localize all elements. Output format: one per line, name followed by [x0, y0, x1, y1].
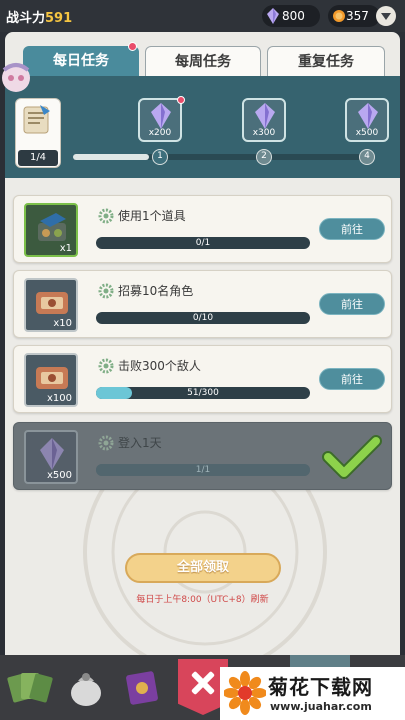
task-progress-bar: 1/1: [96, 464, 310, 476]
go-button[interactable]: 前往: [319, 368, 385, 390]
tab-daily-alert-dot: [128, 42, 137, 51]
crystal-icon: [255, 103, 275, 129]
task-panel: 每日任务 每周任务 重复任务 1/4 x200 x300 x500 1 2 4: [5, 32, 400, 655]
supply-crate-icon: [38, 213, 66, 241]
task-title: 使用1个道具: [118, 209, 186, 223]
nav-spellbook[interactable]: [118, 663, 170, 715]
task-title: 招募10名角色: [118, 284, 194, 298]
task-title: 击败300个敌人: [118, 359, 201, 373]
avatar[interactable]: [0, 60, 36, 96]
recruit-ticket-icon: [36, 292, 68, 314]
gear-icon: [98, 435, 114, 451]
reward-qty: x1: [59, 243, 72, 254]
progress-node: 1: [152, 149, 168, 165]
reward-qty: x10: [53, 318, 72, 329]
nav-bag[interactable]: [62, 663, 114, 715]
milestone-alert-dot: [177, 96, 185, 104]
milestone-reward-3[interactable]: x500: [345, 98, 389, 142]
reward-item[interactable]: x10: [24, 278, 78, 332]
claim-all-button[interactable]: 全部领取: [125, 553, 281, 583]
watermark-title: 菊花下载网: [268, 675, 373, 699]
task-title: 登入1天: [118, 436, 162, 450]
refresh-note: 每日于上午8:00（UTC+8）刷新: [136, 595, 269, 605]
activity-progress-header: [5, 76, 400, 178]
milestone-qty: x300: [252, 128, 276, 138]
spellbook-icon: [126, 671, 158, 705]
coin-counter[interactable]: 357: [328, 5, 380, 27]
watermark-url: www.juahar.com: [270, 700, 372, 713]
combat-power: 战斗力591: [6, 7, 72, 26]
tab-daily[interactable]: 每日任务: [23, 46, 139, 76]
site-watermark: 菊花下载网 www.juahar.com: [220, 667, 405, 720]
go-button[interactable]: 前往: [319, 293, 385, 315]
gear-icon: [98, 358, 114, 374]
combat-power-value: 591: [45, 11, 73, 26]
crystal-icon: [40, 438, 64, 470]
reward-item: x500: [24, 430, 78, 484]
task-progress-text: 1/1: [195, 465, 211, 475]
go-button[interactable]: 前往: [319, 218, 385, 240]
task-card-completed: x500 登入1天 1/1: [13, 422, 392, 490]
crystal-counter[interactable]: 800: [262, 5, 320, 27]
task-card: x10 招募10名角色 0/10 前往: [13, 270, 392, 338]
milestone-qty: x200: [148, 128, 172, 138]
top-bar: 战斗力591 800 357: [0, 0, 405, 32]
task-progress-text: 0/1: [195, 238, 211, 248]
progress-node: 4: [359, 149, 375, 165]
milestone-qty: x500: [355, 128, 379, 138]
tab-weekly[interactable]: 每周任务: [145, 46, 261, 76]
milestone-reward-2[interactable]: x300: [242, 98, 286, 142]
progress-node: 2: [256, 149, 272, 165]
task-card: x100 击败300个敌人 51/300 前往: [13, 345, 392, 413]
nav-cards[interactable]: [6, 663, 58, 715]
flower-logo-icon: [224, 671, 266, 715]
crystal-icon: [151, 103, 171, 129]
reward-qty: x100: [46, 393, 72, 404]
gear-icon: [98, 208, 114, 224]
task-progress-bar: 0/1: [96, 237, 310, 249]
recruit-ticket-icon: [36, 367, 68, 389]
crystal-icon: [358, 103, 378, 129]
crystal-icon: [267, 8, 279, 24]
reward-item[interactable]: x100: [24, 353, 78, 407]
scroll-icon: [23, 105, 50, 134]
coin-amount: 357: [346, 9, 369, 23]
task-progress-bar: 51/300: [96, 387, 310, 399]
tab-repeat[interactable]: 重复任务: [267, 46, 385, 76]
milestone-reward-1[interactable]: x200: [138, 98, 182, 142]
reward-item[interactable]: x1: [24, 203, 78, 257]
bag-icon: [71, 673, 101, 706]
cards-icon: [7, 673, 53, 703]
coin-icon: [333, 10, 345, 22]
chevron-down-icon[interactable]: [376, 6, 396, 26]
activity-track-fill: [73, 154, 149, 160]
checkmark-icon: [322, 435, 382, 479]
reward-qty: x500: [46, 470, 72, 481]
gear-icon: [98, 283, 114, 299]
task-progress-bar: 0/10: [96, 312, 310, 324]
task-progress-text: 51/300: [187, 388, 219, 398]
crystal-amount: 800: [282, 9, 305, 23]
task-card: x1 使用1个道具 0/1 前往: [13, 195, 392, 263]
combat-power-label: 战斗力: [6, 11, 46, 26]
activity-count: 1/4: [18, 150, 58, 166]
task-progress-text: 0/10: [192, 313, 214, 323]
